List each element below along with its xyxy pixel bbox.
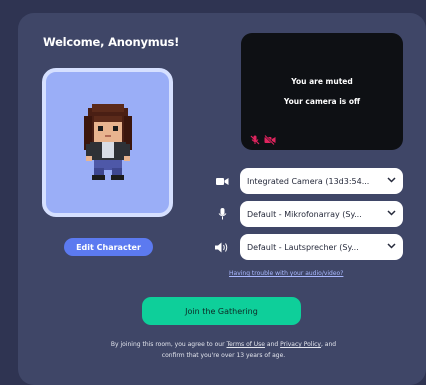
muted-status-text: You are muted: [291, 77, 353, 86]
camera-select[interactable]: Integrated Camera (13d3:54...: [240, 168, 403, 194]
privacy-policy-link[interactable]: Privacy Policy: [280, 341, 321, 348]
chevron-down-icon: [387, 210, 396, 216]
terms-of-use-link[interactable]: Terms of Use: [227, 341, 265, 348]
speaker-icon: [214, 240, 230, 254]
join-gathering-button[interactable]: Join the Gathering: [142, 297, 301, 325]
media-status-icons: [250, 130, 276, 149]
chevron-down-icon: [387, 243, 396, 249]
edit-character-button[interactable]: Edit Character: [64, 238, 153, 256]
speaker-select[interactable]: Default - Lautsprecher (Sy...: [240, 234, 403, 260]
camera-select-value: Integrated Camera (13d3:54...: [247, 176, 370, 186]
legal-prefix: By joining this room, you agree to our: [110, 341, 227, 348]
camera-status-text: Your camera is off: [283, 97, 361, 106]
avatar-preview: [42, 68, 173, 217]
av-help-link[interactable]: Having trouble with your audio/video?: [229, 270, 343, 277]
legal-notice: By joining this room, you agree to our T…: [100, 339, 347, 361]
camera-off-icon: [264, 130, 276, 149]
microphone-select[interactable]: Default - Mikrofonarray (Sy...: [240, 201, 403, 227]
welcome-title: Welcome, Anonymus!: [43, 35, 180, 49]
mic-off-icon: [250, 130, 260, 149]
avatar-sprite: [84, 104, 132, 180]
video-preview: You are muted Your camera is off: [241, 33, 403, 150]
microphone-select-value: Default - Mikrofonarray (Sy...: [247, 209, 362, 219]
legal-and: and: [264, 341, 281, 348]
speaker-select-value: Default - Lautsprecher (Sy...: [247, 242, 359, 252]
microphone-icon: [214, 207, 230, 221]
camera-icon: [214, 174, 230, 188]
chevron-down-icon: [387, 177, 396, 183]
